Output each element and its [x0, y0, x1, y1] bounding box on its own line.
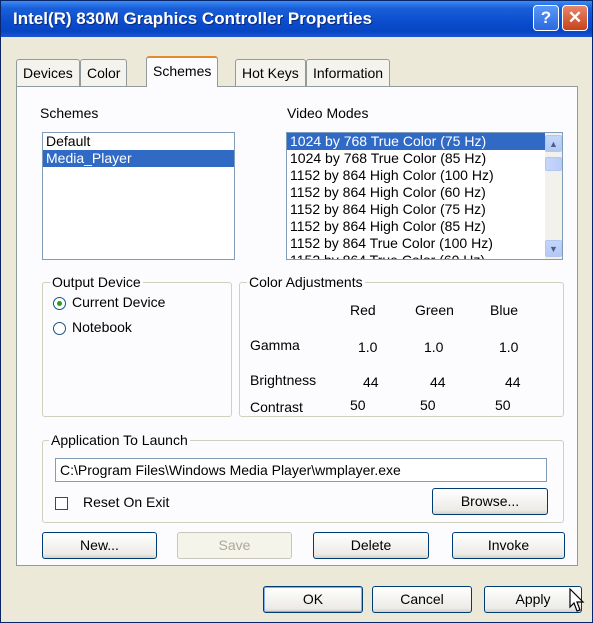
- reset-on-exit-checkbox[interactable]: [55, 497, 68, 510]
- ok-button[interactable]: OK: [263, 586, 363, 613]
- video-mode-item[interactable]: 1024 by 768 True Color (75 Hz): [287, 133, 562, 150]
- contrast-red-value: 50: [350, 397, 366, 413]
- row-label-brightness: Brightness: [250, 372, 317, 388]
- radio-notebook[interactable]: [53, 322, 66, 335]
- tab-devices[interactable]: Devices: [16, 59, 80, 86]
- help-icon: ?: [540, 8, 552, 27]
- delete-button[interactable]: Delete: [313, 532, 429, 559]
- current-device-label[interactable]: Current Device: [72, 294, 165, 310]
- tab-information[interactable]: Information: [306, 59, 391, 86]
- video-modes-label: Video Modes: [287, 105, 369, 121]
- gamma-red-value: 1.0: [358, 339, 378, 355]
- radio-selected-dot: [57, 301, 62, 306]
- help-button[interactable]: ?: [533, 5, 559, 31]
- brightness-green-value: 44: [430, 374, 446, 390]
- video-mode-item[interactable]: 1152 by 864 True Color (60 Hz): [287, 252, 562, 259]
- scheme-item-default[interactable]: Default: [43, 133, 234, 150]
- brightness-blue-value: 44: [505, 374, 521, 390]
- contrast-green-value: 50: [420, 397, 436, 413]
- tab-schemes[interactable]: Schemes: [146, 56, 219, 87]
- title-bar[interactable]: Intel(R) 830M Graphics Controller Proper…: [1, 1, 592, 37]
- application-group: Application To Launch C:\Program Files\W…: [42, 432, 564, 523]
- application-path-input[interactable]: C:\Program Files\Windows Media Player\wm…: [55, 458, 547, 482]
- gamma-green-value: 1.0: [424, 339, 444, 355]
- video-mode-item[interactable]: 1152 by 864 High Color (75 Hz): [287, 201, 562, 218]
- video-mode-item[interactable]: 1152 by 864 High Color (85 Hz): [287, 218, 562, 235]
- cancel-button[interactable]: Cancel: [372, 586, 472, 613]
- color-adjustments-label: Color Adjustments: [247, 274, 365, 290]
- close-button[interactable]: ✕: [562, 5, 588, 31]
- tab-color[interactable]: Color: [80, 59, 128, 86]
- color-adjustments-group: Color Adjustments Red Green Blue Gamma 1…: [239, 274, 564, 417]
- output-device-group: Output Device Current Device Notebook: [42, 274, 232, 417]
- mouse-pointer-icon: [569, 588, 585, 612]
- close-icon: ✕: [567, 8, 583, 27]
- brightness-red-value: 44: [363, 374, 379, 390]
- column-header-green: Green: [415, 302, 454, 318]
- application-to-launch-label: Application To Launch: [49, 432, 190, 448]
- column-header-red: Red: [350, 302, 376, 318]
- window-title: Intel(R) 830M Graphics Controller Proper…: [13, 9, 372, 28]
- notebook-label[interactable]: Notebook: [72, 319, 132, 335]
- column-header-blue: Blue: [490, 302, 519, 318]
- save-button[interactable]: Save: [177, 532, 292, 559]
- invoke-button[interactable]: Invoke: [452, 532, 565, 559]
- schemes-panel: Schemes Default Media_Player Video Modes…: [16, 86, 578, 566]
- video-mode-item[interactable]: 1152 by 864 High Color (60 Hz): [287, 184, 562, 201]
- tab-hot-keys[interactable]: Hot Keys: [235, 59, 306, 86]
- chevron-down-icon: ▼: [549, 243, 558, 254]
- scroll-down-button[interactable]: ▼: [545, 240, 562, 257]
- schemes-list[interactable]: Default Media_Player: [42, 132, 235, 260]
- schemes-label: Schemes: [40, 105, 99, 121]
- row-label-contrast: Contrast: [250, 399, 303, 415]
- apply-button[interactable]: Apply: [484, 586, 582, 613]
- scroll-up-button[interactable]: ▲: [545, 135, 562, 152]
- contrast-blue-value: 50: [495, 397, 511, 413]
- video-mode-item[interactable]: 1024 by 768 True Color (85 Hz): [287, 150, 562, 167]
- scheme-item-media-player[interactable]: Media_Player: [43, 150, 234, 167]
- chevron-up-icon: ▲: [549, 138, 558, 149]
- video-modes-list[interactable]: 1024 by 768 True Color (75 Hz) 1024 by 7…: [286, 132, 563, 260]
- gamma-blue-value: 1.0: [499, 339, 519, 355]
- row-label-gamma: Gamma: [250, 337, 300, 353]
- video-mode-item[interactable]: 1152 by 864 High Color (100 Hz): [287, 167, 562, 184]
- browse-button[interactable]: Browse...: [432, 488, 548, 515]
- scroll-thumb[interactable]: [545, 157, 562, 171]
- new-button[interactable]: New...: [42, 532, 157, 559]
- properties-dialog: Intel(R) 830M Graphics Controller Proper…: [0, 0, 593, 623]
- output-device-label: Output Device: [50, 274, 143, 290]
- video-modes-scrollbar[interactable]: ▲ ▼: [545, 133, 562, 259]
- reset-on-exit-label[interactable]: Reset On Exit: [83, 494, 169, 510]
- radio-current-device[interactable]: [53, 297, 66, 310]
- video-mode-item[interactable]: 1152 by 864 True Color (100 Hz): [287, 235, 562, 252]
